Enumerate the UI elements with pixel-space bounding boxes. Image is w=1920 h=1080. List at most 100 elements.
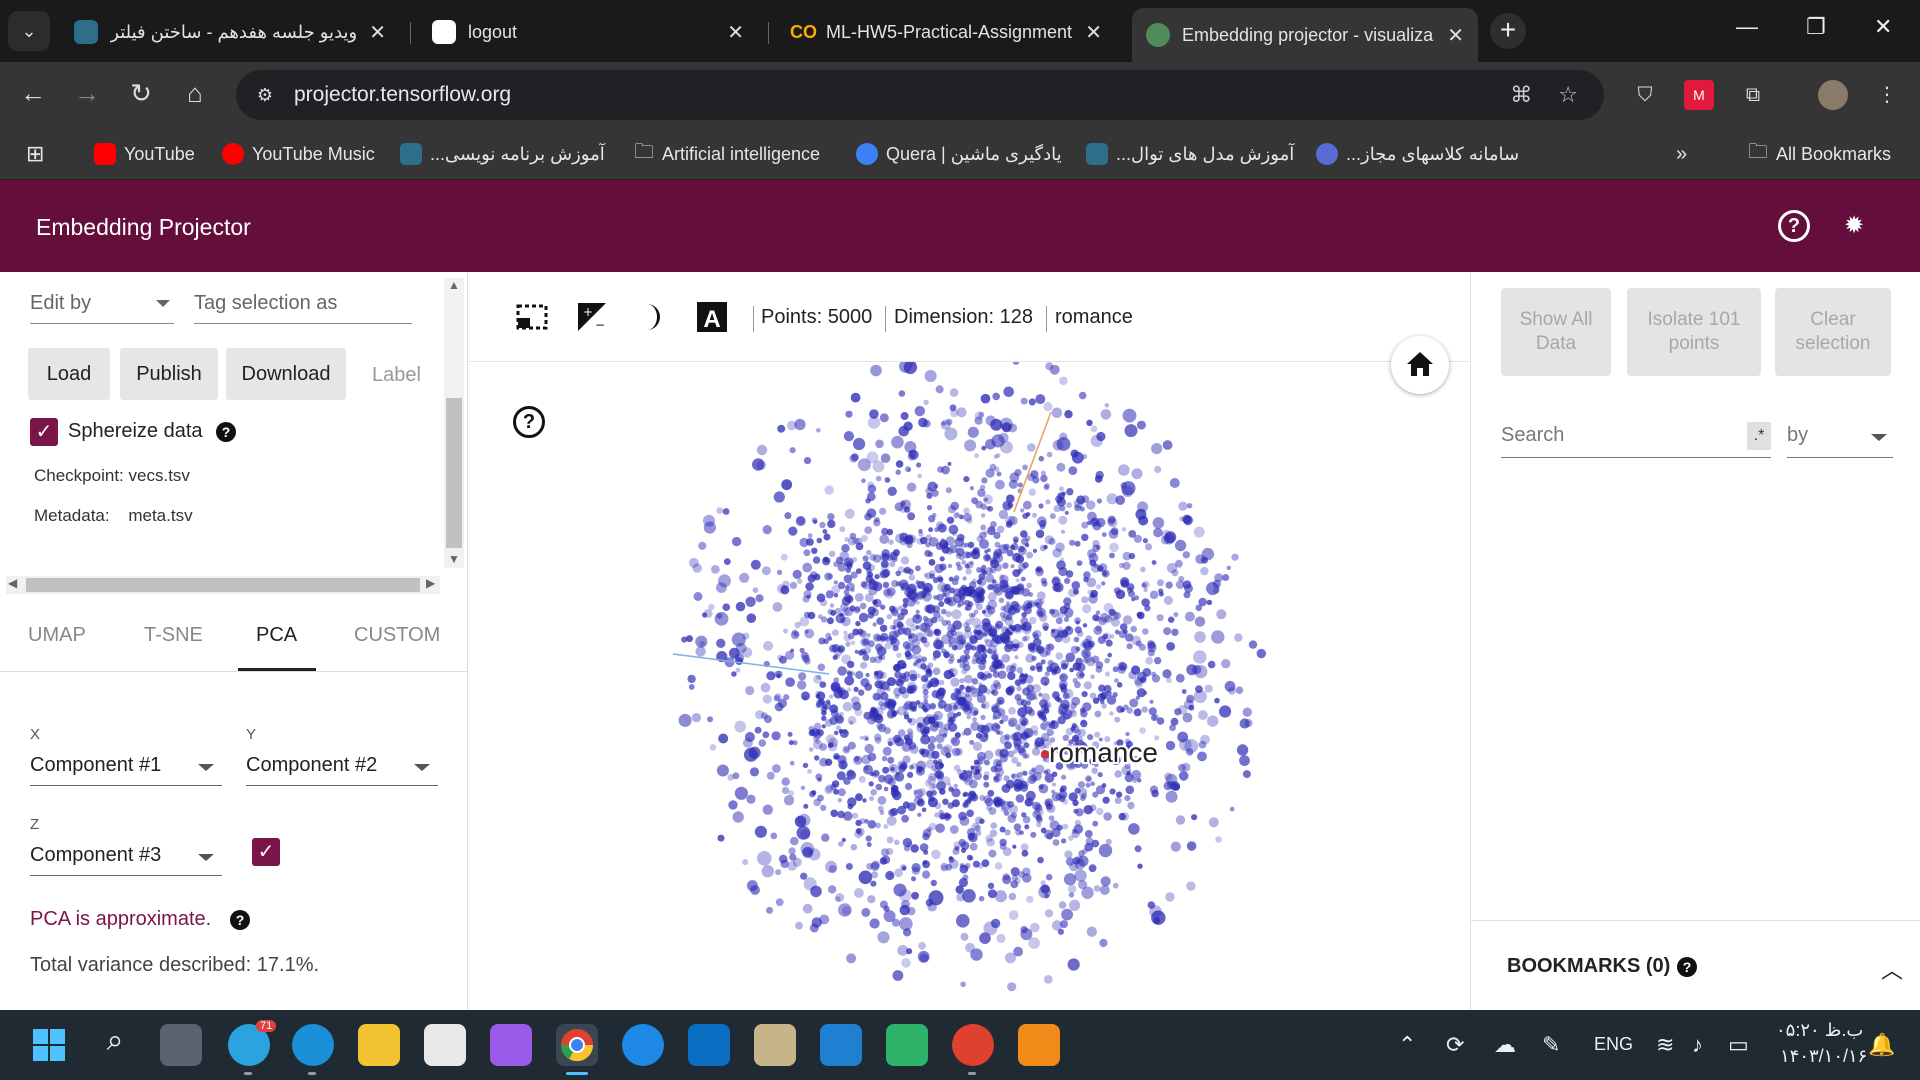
data-point[interactable] xyxy=(1175,815,1186,825)
data-point[interactable] xyxy=(1222,574,1230,581)
data-point[interactable] xyxy=(911,891,919,900)
data-point[interactable] xyxy=(963,476,970,483)
data-point[interactable] xyxy=(789,760,795,766)
data-point[interactable] xyxy=(964,563,970,569)
data-point[interactable] xyxy=(1114,716,1121,723)
data-point[interactable] xyxy=(1096,517,1106,528)
data-point[interactable] xyxy=(868,580,879,590)
data-point[interactable] xyxy=(988,849,997,858)
data-point[interactable] xyxy=(953,764,961,772)
data-point[interactable] xyxy=(853,686,859,692)
data-point[interactable] xyxy=(958,838,966,847)
data-point[interactable] xyxy=(755,710,765,720)
data-point[interactable] xyxy=(708,603,715,611)
data-point[interactable] xyxy=(912,614,923,624)
data-point[interactable] xyxy=(861,754,871,765)
close-icon[interactable]: ✕ xyxy=(1447,23,1464,48)
data-point[interactable] xyxy=(945,752,952,759)
data-point[interactable] xyxy=(1007,671,1016,681)
data-point[interactable] xyxy=(998,597,1005,603)
data-point[interactable] xyxy=(789,447,796,454)
data-point[interactable] xyxy=(844,746,850,753)
data-point[interactable] xyxy=(1020,397,1028,405)
data-point[interactable] xyxy=(1015,578,1020,583)
data-point[interactable] xyxy=(754,726,762,734)
data-point[interactable] xyxy=(1078,391,1087,400)
data-point[interactable] xyxy=(819,521,826,529)
data-point[interactable] xyxy=(1128,530,1137,538)
data-point[interactable] xyxy=(1000,800,1011,811)
tab-umap[interactable]: UMAP xyxy=(28,624,86,647)
data-point[interactable] xyxy=(891,609,899,617)
data-point[interactable] xyxy=(1097,772,1103,778)
data-point[interactable] xyxy=(895,570,901,577)
data-point[interactable] xyxy=(1090,781,1095,786)
data-point[interactable] xyxy=(772,602,783,612)
data-point[interactable] xyxy=(1063,873,1077,886)
data-point[interactable] xyxy=(883,824,889,829)
data-point[interactable] xyxy=(1007,814,1017,823)
data-point[interactable] xyxy=(1096,807,1104,816)
data-point[interactable] xyxy=(835,613,846,624)
data-point[interactable] xyxy=(836,771,846,781)
data-point[interactable] xyxy=(821,724,826,729)
data-point[interactable] xyxy=(784,512,792,520)
all-bookmarks[interactable]: 🗀 All Bookmarks xyxy=(1748,140,1891,168)
data-point[interactable] xyxy=(903,421,913,431)
vertical-scrollbar[interactable]: ▲ ▼ xyxy=(444,278,464,568)
data-point[interactable] xyxy=(969,486,974,491)
data-point[interactable] xyxy=(817,777,822,782)
data-point[interactable] xyxy=(1004,628,1011,635)
data-point[interactable] xyxy=(1151,560,1157,565)
data-point[interactable] xyxy=(817,794,824,802)
data-point[interactable] xyxy=(1089,592,1096,599)
data-point[interactable] xyxy=(1104,403,1110,408)
data-point[interactable] xyxy=(1165,773,1178,786)
data-point[interactable] xyxy=(1105,639,1113,647)
data-point[interactable] xyxy=(1149,590,1159,600)
data-point[interactable] xyxy=(866,451,879,464)
data-point[interactable] xyxy=(978,682,983,687)
data-point[interactable] xyxy=(864,818,869,824)
data-point[interactable] xyxy=(891,579,899,588)
data-point[interactable] xyxy=(1052,839,1060,846)
data-point[interactable] xyxy=(999,838,1007,847)
data-point[interactable] xyxy=(792,857,802,867)
data-point[interactable] xyxy=(959,684,965,691)
data-point[interactable] xyxy=(886,836,894,844)
data-point[interactable] xyxy=(815,739,820,744)
data-point[interactable] xyxy=(843,593,853,602)
data-point[interactable] xyxy=(933,679,939,685)
data-point[interactable] xyxy=(904,534,914,543)
data-point[interactable] xyxy=(902,602,908,608)
data-point[interactable] xyxy=(1231,553,1239,561)
data-point[interactable] xyxy=(922,860,931,869)
data-point[interactable] xyxy=(1020,928,1033,941)
data-point[interactable] xyxy=(1068,792,1078,802)
data-point[interactable] xyxy=(951,609,962,620)
data-point[interactable] xyxy=(855,620,861,627)
data-point[interactable] xyxy=(955,748,963,756)
data-point[interactable] xyxy=(1094,615,1101,622)
data-point[interactable] xyxy=(1070,449,1079,458)
data-point[interactable] xyxy=(916,760,927,771)
data-point[interactable] xyxy=(1158,588,1164,594)
data-point[interactable] xyxy=(1169,478,1180,488)
data-point[interactable] xyxy=(1003,543,1010,551)
data-point[interactable] xyxy=(1137,778,1142,783)
back-button[interactable]: ← xyxy=(16,78,50,109)
data-point[interactable] xyxy=(985,415,996,426)
data-point[interactable] xyxy=(999,663,1005,669)
data-point[interactable] xyxy=(953,783,958,788)
data-point[interactable] xyxy=(937,523,947,533)
data-point[interactable] xyxy=(927,551,934,557)
edge-icon[interactable] xyxy=(292,1024,334,1066)
data-point[interactable] xyxy=(898,390,906,397)
data-point[interactable] xyxy=(1124,424,1138,438)
data-point[interactable] xyxy=(1058,901,1067,909)
data-point[interactable] xyxy=(917,788,926,797)
data-point[interactable] xyxy=(788,790,795,797)
data-point[interactable] xyxy=(987,584,994,591)
data-point[interactable] xyxy=(894,839,900,846)
data-point[interactable] xyxy=(944,427,958,441)
